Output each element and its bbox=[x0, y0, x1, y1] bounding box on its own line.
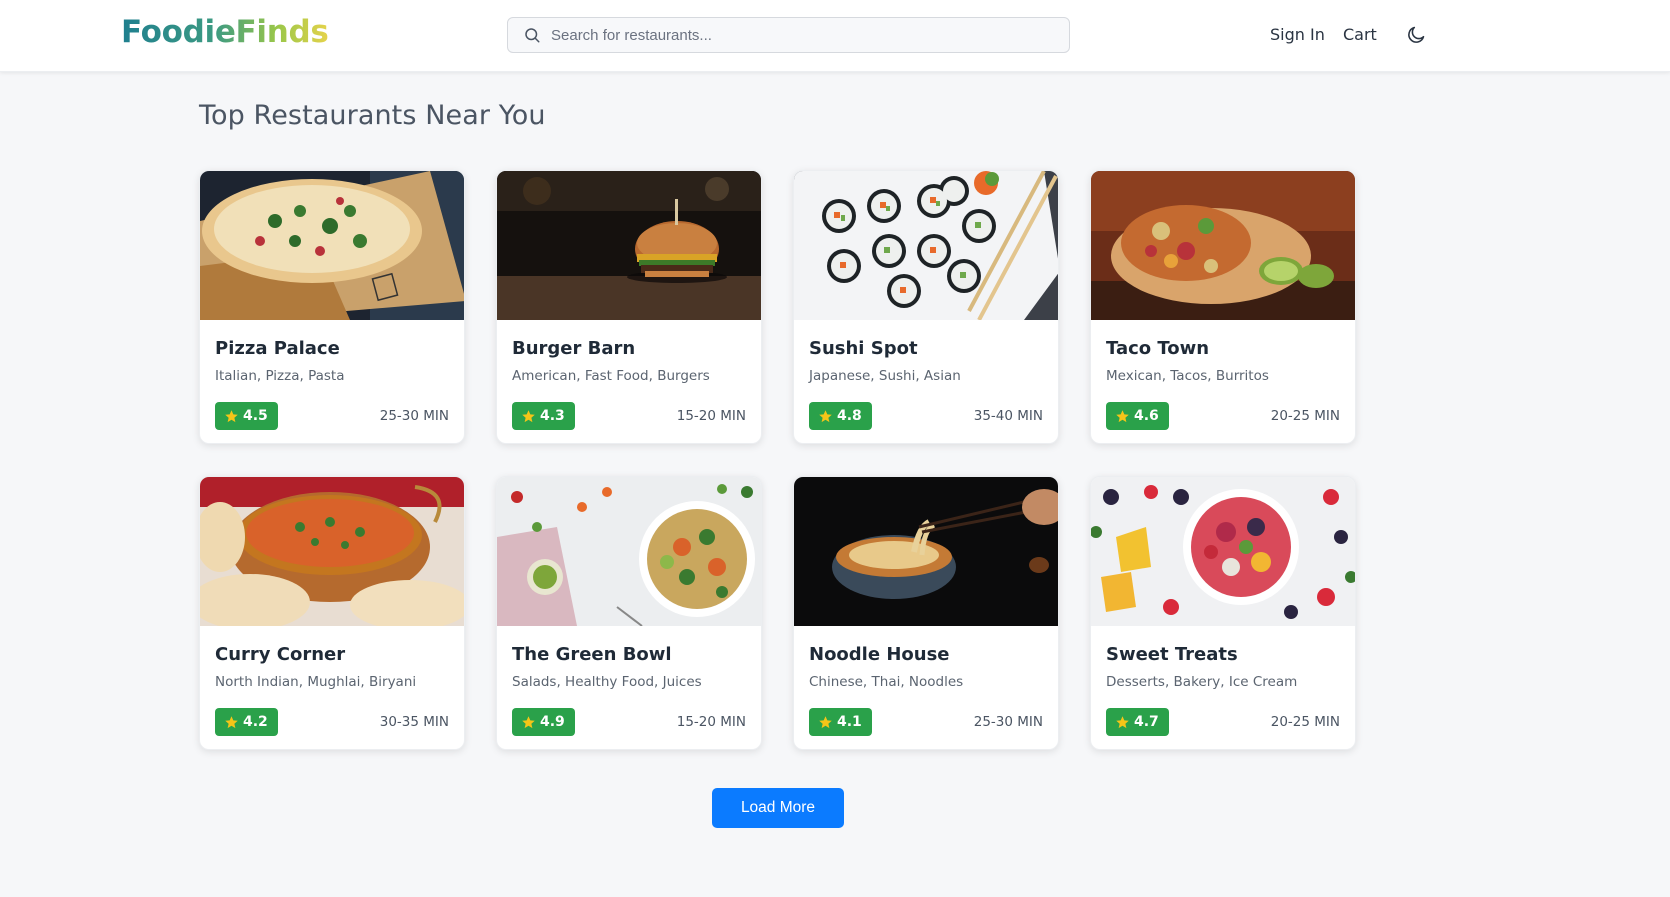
restaurant-cuisine: Japanese, Sushi, Asian bbox=[809, 368, 961, 384]
restaurant-cuisine: Salads, Healthy Food, Juices bbox=[512, 674, 702, 690]
rating-value: 4.8 bbox=[837, 408, 862, 424]
restaurant-image-noodles bbox=[794, 477, 1058, 626]
site-logo[interactable]: FoodieFinds bbox=[121, 14, 329, 50]
delivery-time: 15-20 MIN bbox=[676, 408, 746, 424]
rating-value: 4.6 bbox=[1134, 408, 1159, 424]
restaurant-name: Burger Barn bbox=[512, 338, 636, 359]
rating-value: 4.7 bbox=[1134, 714, 1159, 730]
star-icon bbox=[225, 409, 238, 422]
delivery-time: 25-30 MIN bbox=[973, 714, 1043, 730]
cart-link[interactable]: Cart bbox=[1343, 25, 1377, 44]
restaurant-card[interactable]: Noodle House Chinese, Thai, Noodles 4.1 … bbox=[793, 476, 1059, 750]
rating-badge: 4.9 bbox=[512, 708, 575, 736]
restaurant-image-curry bbox=[200, 477, 464, 626]
restaurant-name: Sweet Treats bbox=[1106, 644, 1238, 665]
delivery-time: 30-35 MIN bbox=[379, 714, 449, 730]
star-icon bbox=[819, 715, 832, 728]
top-navbar: FoodieFinds Sign In Cart bbox=[0, 0, 1670, 72]
star-icon bbox=[1116, 715, 1129, 728]
rating-badge: 4.6 bbox=[1106, 402, 1169, 430]
search-input[interactable] bbox=[551, 20, 1031, 50]
restaurant-cuisine: Italian, Pizza, Pasta bbox=[215, 368, 345, 384]
restaurant-grid: Pizza Palace Italian, Pizza, Pasta 4.5 2… bbox=[199, 170, 1357, 750]
restaurant-card[interactable]: Sweet Treats Desserts, Bakery, Ice Cream… bbox=[1090, 476, 1356, 750]
restaurant-card[interactable]: Burger Barn American, Fast Food, Burgers… bbox=[496, 170, 762, 444]
rating-badge: 4.3 bbox=[512, 402, 575, 430]
restaurant-cuisine: North Indian, Mughlai, Biryani bbox=[215, 674, 417, 690]
restaurant-name: The Green Bowl bbox=[512, 644, 672, 665]
restaurant-cuisine: American, Fast Food, Burgers bbox=[512, 368, 710, 384]
rating-value: 4.9 bbox=[540, 714, 565, 730]
star-icon bbox=[819, 409, 832, 422]
restaurant-card[interactable]: Pizza Palace Italian, Pizza, Pasta 4.5 2… bbox=[199, 170, 465, 444]
delivery-time: 15-20 MIN bbox=[676, 714, 746, 730]
rating-badge: 4.2 bbox=[215, 708, 278, 736]
restaurant-name: Noodle House bbox=[809, 644, 950, 665]
load-more-button[interactable]: Load More bbox=[712, 788, 844, 828]
restaurant-card[interactable]: Sushi Spot Japanese, Sushi, Asian 4.8 35… bbox=[793, 170, 1059, 444]
restaurant-image-salad bbox=[497, 477, 761, 626]
rating-value: 4.3 bbox=[540, 408, 565, 424]
restaurant-card[interactable]: Curry Corner North Indian, Mughlai, Biry… bbox=[199, 476, 465, 750]
search-bar[interactable] bbox=[507, 17, 1070, 53]
delivery-time: 20-25 MIN bbox=[1270, 714, 1340, 730]
moon-icon[interactable] bbox=[1406, 24, 1427, 45]
restaurant-card[interactable]: Taco Town Mexican, Tacos, Burritos 4.6 2… bbox=[1090, 170, 1356, 444]
restaurant-cuisine: Desserts, Bakery, Ice Cream bbox=[1106, 674, 1298, 690]
search-icon bbox=[525, 28, 540, 43]
delivery-time: 25-30 MIN bbox=[379, 408, 449, 424]
star-icon bbox=[1116, 409, 1129, 422]
rating-badge: 4.7 bbox=[1106, 708, 1169, 736]
restaurant-image-sushi bbox=[794, 171, 1058, 320]
restaurant-cuisine: Mexican, Tacos, Burritos bbox=[1106, 368, 1269, 384]
restaurant-name: Sushi Spot bbox=[809, 338, 918, 359]
rating-badge: 4.8 bbox=[809, 402, 872, 430]
star-icon bbox=[225, 715, 238, 728]
restaurant-name: Taco Town bbox=[1106, 338, 1210, 359]
restaurant-name: Curry Corner bbox=[215, 644, 346, 665]
restaurant-image-burrito bbox=[1091, 171, 1355, 320]
delivery-time: 35-40 MIN bbox=[973, 408, 1043, 424]
restaurant-card[interactable]: The Green Bowl Salads, Healthy Food, Jui… bbox=[496, 476, 762, 750]
rating-badge: 4.5 bbox=[215, 402, 278, 430]
delivery-time: 20-25 MIN bbox=[1270, 408, 1340, 424]
restaurant-image-pizza bbox=[200, 171, 464, 320]
sign-in-link[interactable]: Sign In bbox=[1270, 25, 1325, 44]
page-title: Top Restaurants Near You bbox=[199, 100, 546, 131]
restaurant-image-burger bbox=[497, 171, 761, 320]
rating-badge: 4.1 bbox=[809, 708, 872, 736]
rating-value: 4.5 bbox=[243, 408, 268, 424]
star-icon bbox=[522, 715, 535, 728]
star-icon bbox=[522, 409, 535, 422]
restaurant-cuisine: Chinese, Thai, Noodles bbox=[809, 674, 964, 690]
rating-value: 4.1 bbox=[837, 714, 862, 730]
rating-value: 4.2 bbox=[243, 714, 268, 730]
restaurant-name: Pizza Palace bbox=[215, 338, 340, 359]
restaurant-image-fruit-bowl bbox=[1091, 477, 1355, 626]
